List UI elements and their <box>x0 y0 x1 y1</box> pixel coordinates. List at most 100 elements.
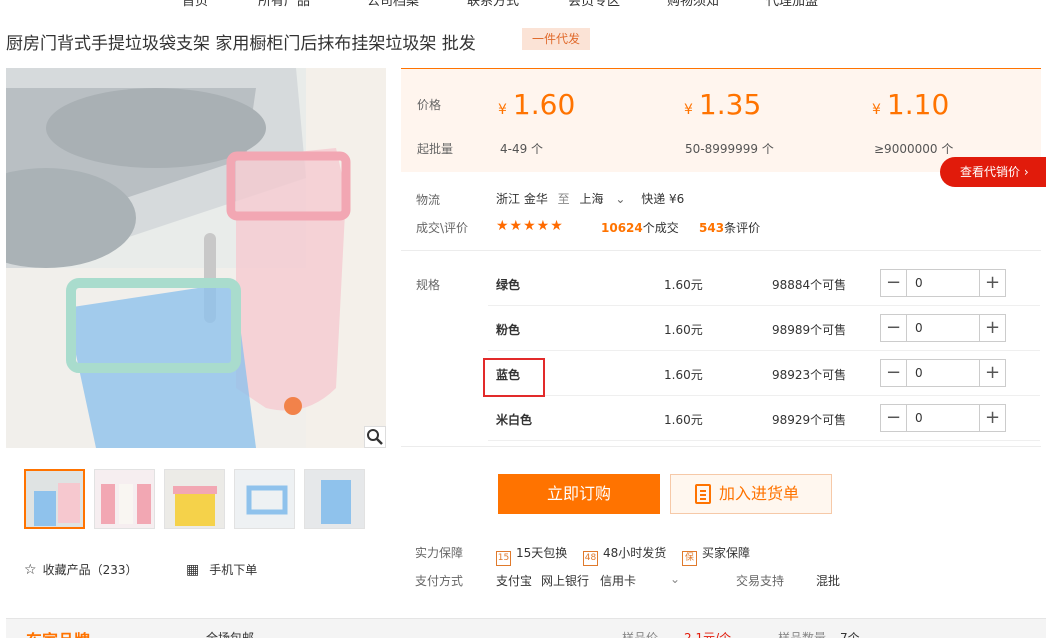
guarantee-item: 15 15天包换 <box>496 544 567 566</box>
thumbnail-3[interactable] <box>164 469 225 529</box>
highlight-box <box>483 358 545 397</box>
nav-item-products[interactable]: 所有产品 <box>258 0 310 9</box>
chevron-right-icon: › <box>1023 165 1029 179</box>
plus-icon[interactable]: + <box>979 270 1005 296</box>
bottom-bar: 东家品牌 全场包邮 样品价 2.1元/个 样品数量 7个 <box>6 618 1046 638</box>
review-count[interactable]: 543条评价 <box>699 219 760 236</box>
plus-icon[interactable]: + <box>979 405 1005 431</box>
spec-name: 绿色 <box>496 278 521 292</box>
spec-stock: 98884个可售 <box>772 278 847 292</box>
price-tier-3: ¥1.10 <box>872 88 950 121</box>
spec-price: 1.60元 <box>664 323 703 337</box>
plus-icon[interactable]: + <box>979 315 1005 341</box>
spec-row: 粉色 1.60元 98989个可售 − + <box>488 306 1040 351</box>
view-agent-price-button[interactable]: 查看代销价 › <box>940 157 1046 187</box>
divider <box>401 250 1041 251</box>
shield-icon: 保 <box>682 551 697 566</box>
nav-item-contact[interactable]: 联系方式 <box>467 0 519 9</box>
mobile-order[interactable]: ▦ 手机下单 <box>186 561 257 578</box>
spec-price: 1.60元 <box>664 413 703 427</box>
range-tier-1: 4-49 个 <box>500 142 544 156</box>
guarantee-item: 48 48小时发货 <box>583 544 666 566</box>
spec-stock: 98929个可售 <box>772 413 847 427</box>
bottom-text: 全场包邮 <box>206 631 255 638</box>
quantity-stepper: − + <box>880 314 1006 342</box>
sample-price: 2.1元/个 <box>684 631 732 638</box>
spec-price: 1.60元 <box>664 368 703 382</box>
logistics-label: 物流 <box>416 193 441 207</box>
minus-icon[interactable]: − <box>881 315 907 341</box>
quantity-input[interactable] <box>907 405 979 431</box>
sample-qty-label: 样品数量 <box>778 631 827 638</box>
plus-icon[interactable]: + <box>979 360 1005 386</box>
price-label: 价格 <box>417 98 442 112</box>
spec-row: 蓝色 1.60元 98923个可售 − + <box>488 351 1040 396</box>
sales-count[interactable]: 10624个成交 <box>601 219 679 236</box>
spec-stock: 98989个可售 <box>772 323 847 337</box>
clipboard-icon <box>695 484 711 504</box>
payment-method: 网上银行 <box>541 574 590 588</box>
product-title: 厨房门背式手提垃圾袋支架 家用橱柜门后抹布挂架垃圾架 批发 <box>6 34 476 54</box>
quantity-input[interactable] <box>907 270 979 296</box>
main-product-image[interactable] <box>6 68 386 448</box>
range-tier-2: 50-8999999 个 <box>685 142 774 156</box>
thumbnail-2[interactable] <box>94 469 155 529</box>
ship-from: 浙江 金华 <box>496 192 548 206</box>
spec-name: 米白色 <box>496 413 533 427</box>
star-outline-icon: ☆ <box>24 562 37 578</box>
payment-label: 支付方式 <box>415 574 464 588</box>
guarantee-item: 保买家保障 <box>682 544 750 566</box>
sample-qty: 7个 <box>840 631 860 638</box>
quantity-input[interactable] <box>907 315 979 341</box>
add-to-cart-button[interactable]: 加入进货单 <box>670 474 832 514</box>
thumbnail-5[interactable] <box>304 469 365 529</box>
minus-icon[interactable]: − <box>881 270 907 296</box>
quantity-input[interactable] <box>907 360 979 386</box>
nav-item-home[interactable]: 首页 <box>182 0 208 9</box>
range-tier-3: ≥9000000 个 <box>874 142 954 156</box>
trade-review-label: 成交\评价 <box>416 221 469 235</box>
quantity-stepper: − + <box>880 359 1006 387</box>
favorite-label: 收藏产品（233） <box>42 563 138 577</box>
spec-row: 绿色 1.60元 98884个可售 − + <box>488 261 1040 306</box>
spec-name: 粉色 <box>496 323 521 337</box>
nav-item-company[interactable]: 公司档案 <box>367 0 419 9</box>
chevron-down-icon[interactable]: ⌄ <box>670 572 680 586</box>
spec-price: 1.60元 <box>664 278 703 292</box>
top-nav: 首页 所有产品 公司档案 联系方式 会员专区 购物须知 代理加盟 <box>0 0 1046 9</box>
shipping-fee: 快递 ¥6 <box>641 192 685 206</box>
brand-name: 东家品牌 <box>26 627 90 638</box>
moq-label: 起批量 <box>417 142 454 156</box>
sample-price-label: 样品价 <box>622 631 659 638</box>
calendar-icon: 15 <box>496 551 511 566</box>
add-to-cart-label: 加入进货单 <box>719 484 800 503</box>
nav-item-agent[interactable]: 代理加盟 <box>766 0 818 9</box>
minus-icon[interactable]: − <box>881 405 907 431</box>
divider <box>401 446 1041 447</box>
guarantee-label: 实力保障 <box>415 546 464 560</box>
price-tier-1: ¥1.60 <box>498 88 576 121</box>
quantity-stepper: − + <box>880 404 1006 432</box>
spec-stock: 98923个可售 <box>772 368 847 382</box>
trade-support-label: 交易支持 <box>736 574 785 588</box>
payment-method: 支付宝 <box>496 574 533 588</box>
thumbnail-4[interactable] <box>234 469 295 529</box>
logistics-route: 浙江 金华 至 上海 ⌄ 快递 ¥6 <box>496 192 685 206</box>
spec-row: 米白色 1.60元 98929个可售 − + <box>488 396 1040 441</box>
rating-stars: ★★★★★ <box>496 218 564 234</box>
minus-icon[interactable]: − <box>881 360 907 386</box>
trade-support-value: 混批 <box>816 574 841 588</box>
nav-item-guide[interactable]: 购物须知 <box>667 0 719 9</box>
order-now-button[interactable]: 立即订购 <box>498 474 660 514</box>
qr-code-icon: ▦ <box>186 562 200 578</box>
chevron-down-icon: ⌄ <box>615 192 626 206</box>
product-photo <box>6 68 386 448</box>
thumbnail-1[interactable] <box>24 469 85 529</box>
favorite-product[interactable]: ☆ 收藏产品（233） <box>24 561 137 578</box>
zoom-icon[interactable] <box>364 426 386 448</box>
ship-to[interactable]: 上海 <box>580 192 604 206</box>
nav-item-member[interactable]: 会员专区 <box>568 0 620 9</box>
shipping-48h-icon: 48 <box>583 551 598 566</box>
spec-label: 规格 <box>416 278 441 292</box>
price-tier-2: ¥1.35 <box>684 88 762 121</box>
